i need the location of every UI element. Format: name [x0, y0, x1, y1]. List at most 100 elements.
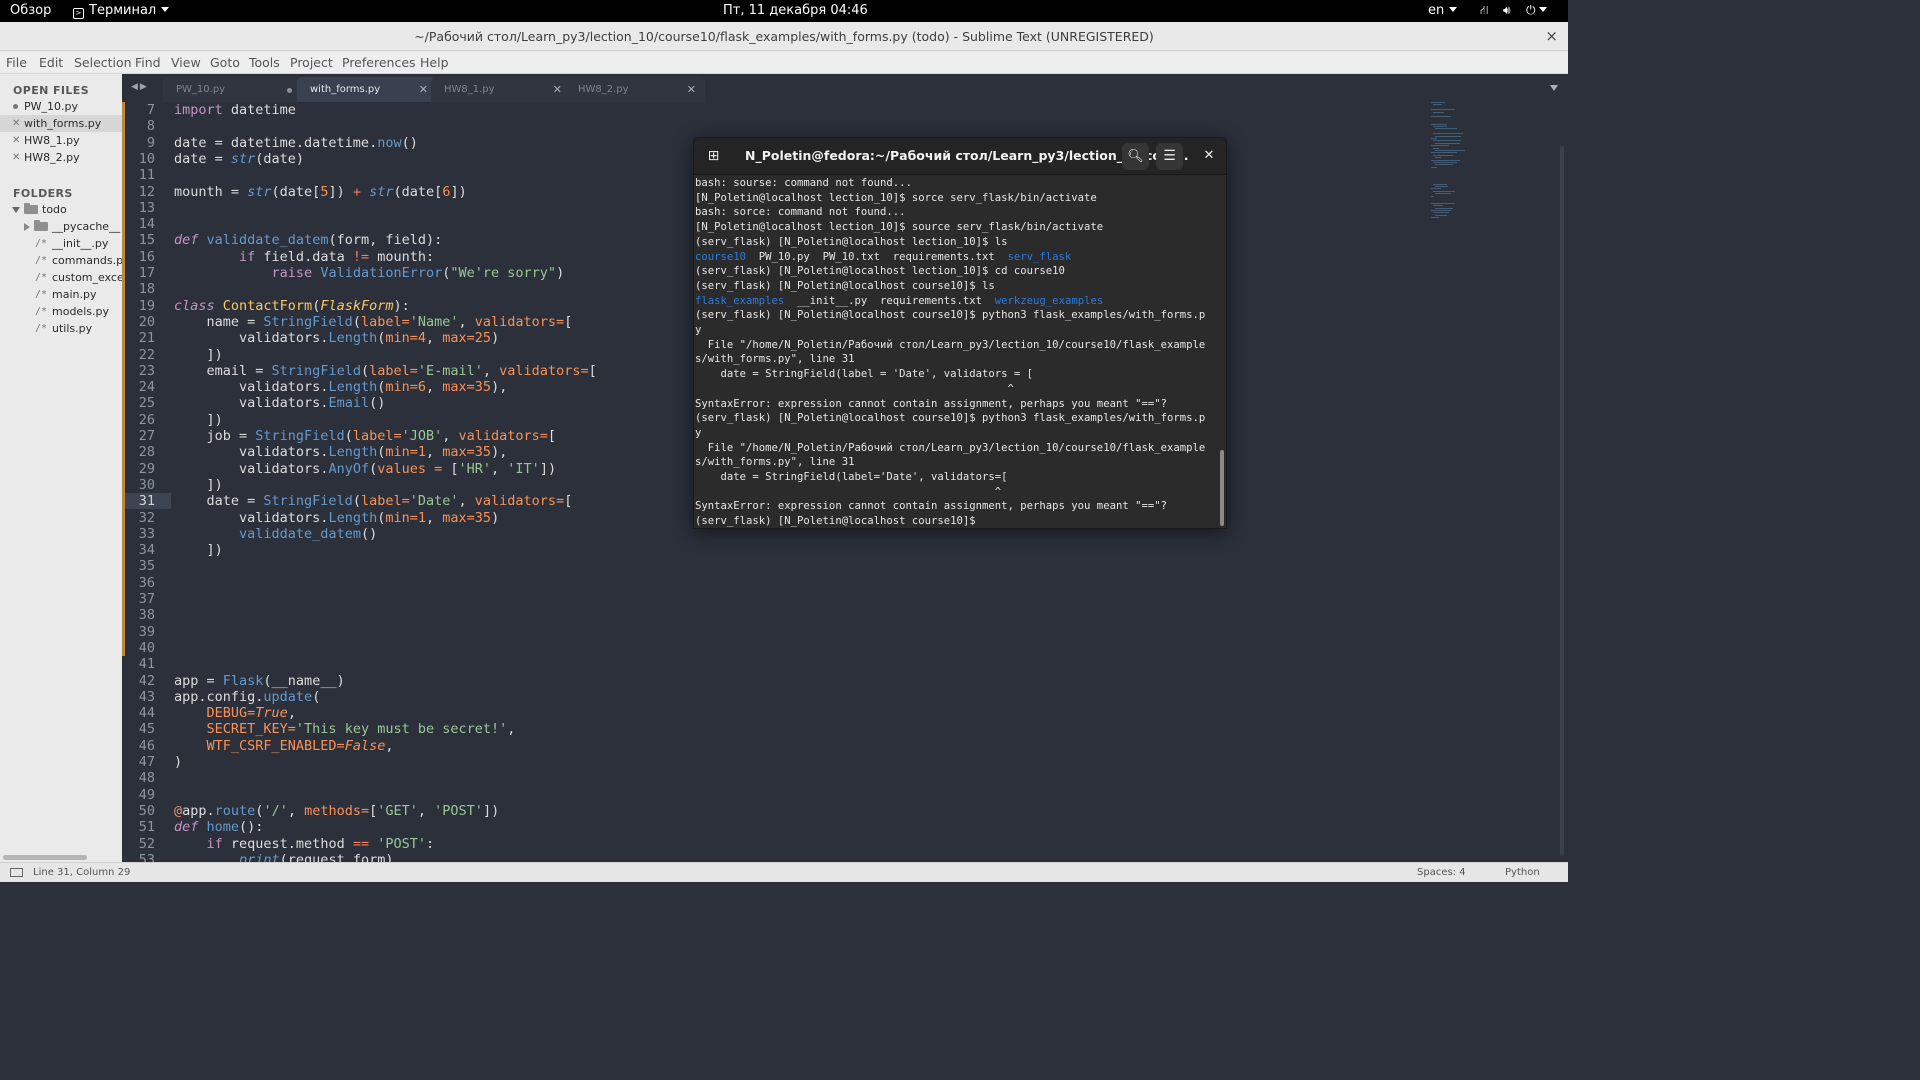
- network-icon[interactable]: ⛙: [1480, 3, 1488, 19]
- tab-hw8_2-py[interactable]: HW8_2.py ✕: [565, 77, 705, 102]
- minimap[interactable]: [1431, 102, 1489, 242]
- terminal-line: SyntaxError: expression cannot contain a…: [695, 397, 1167, 412]
- tab-dropdown-icon[interactable]: [1550, 85, 1558, 91]
- code-token: ,: [482, 362, 500, 379]
- line-number: 14: [138, 216, 155, 233]
- minimap-line: [1431, 102, 1445, 103]
- syntax-setting[interactable]: Python: [1505, 867, 1540, 878]
- menu-tools[interactable]: Tools: [249, 55, 280, 70]
- minimap-line: [1431, 210, 1451, 211]
- folder-file-item[interactable]: /* custom_excep: [0, 269, 122, 286]
- code-token: '/': [263, 802, 288, 819]
- open-file-item[interactable]: ✕ HW8_2.py: [0, 149, 122, 166]
- clock[interactable]: Пт, 11 декабря 04:46: [723, 3, 868, 18]
- folder-pycache[interactable]: __pycache__: [0, 218, 122, 235]
- terminal-text: (serv_flask) [N_Poletin@localhost course…: [695, 515, 983, 528]
- code-token: ]): [174, 346, 223, 363]
- menu-preferences[interactable]: Preferences: [342, 55, 416, 70]
- code-token: ,: [417, 802, 435, 819]
- terminal-line: (serv_flask) [N_Poletin@localhost course…: [695, 308, 1205, 323]
- code-line: 8: [122, 118, 1422, 134]
- folder-file-item[interactable]: /* main.py: [0, 286, 122, 303]
- terminal-line: ^: [695, 382, 1014, 397]
- code-token: ContactForm: [222, 297, 313, 314]
- status-bar: Line 31, Column 29 Spaces: 4 Python: [0, 862, 1568, 882]
- menu-view[interactable]: View: [171, 55, 201, 70]
- line-text: ): [174, 754, 182, 770]
- folder-file-item[interactable]: /* __init__.py: [0, 235, 122, 252]
- code-token: 35: [474, 444, 492, 461]
- line-number: 39: [138, 623, 155, 640]
- chevron-right-icon: [24, 223, 30, 231]
- code-line: 52 if request.method == 'POST':: [122, 836, 1422, 852]
- menu-selection[interactable]: Selection: [74, 55, 132, 70]
- tab-navigation-arrows[interactable]: ◀▶: [131, 82, 149, 92]
- line-text: date = StringField(label='Date', validat…: [174, 493, 573, 509]
- code-token: min=: [385, 509, 418, 526]
- minimap-line: [1431, 152, 1457, 154]
- folder-file-item[interactable]: /* utils.py: [0, 320, 122, 337]
- code-token: Length: [328, 379, 378, 396]
- code-token: update: [263, 688, 313, 705]
- folder-todo[interactable]: todo: [0, 201, 122, 218]
- terminal-header[interactable]: ⊞ N_Poletin@fedora:~/Рабочий стол/Learn_…: [694, 138, 1226, 175]
- code-token: validdate_datem: [239, 525, 361, 542]
- keyboard-layout-button[interactable]: en: [1428, 3, 1458, 18]
- terminal-scrollbar[interactable]: [1220, 450, 1224, 526]
- terminal-text: (serv_flask) [N_Poletin@localhost lectio…: [695, 235, 1008, 248]
- search-icon[interactable]: 🔍︎: [1122, 143, 1149, 170]
- power-icon[interactable]: ⏻: [1526, 3, 1547, 18]
- open-file-item[interactable]: ✕ HW8_1.py: [0, 132, 122, 149]
- tab-with_forms-py[interactable]: with_forms.py ✕: [297, 77, 437, 102]
- close-icon[interactable]: ✕: [1199, 146, 1219, 166]
- close-icon[interactable]: ✕: [687, 77, 696, 102]
- window-titlebar[interactable]: ~/Рабочий стол/Learn_py3/lection_10/cour…: [0, 22, 1568, 51]
- menu-goto[interactable]: Goto: [210, 55, 240, 70]
- close-icon[interactable]: ✕: [12, 132, 20, 149]
- code-token: (: [312, 688, 321, 705]
- close-icon[interactable]: ✕: [553, 77, 562, 102]
- close-icon[interactable]: ✕: [12, 115, 20, 132]
- terminal-text: (serv_flask) [N_Poletin@localhost lectio…: [695, 265, 1065, 278]
- activities-button[interactable]: Обзор: [10, 3, 51, 18]
- python-file-icon: /*: [35, 306, 48, 317]
- sidebar-scrollbar[interactable]: [3, 855, 87, 860]
- code-token: 35: [474, 379, 492, 396]
- line-text: validators.Length(min=1, max=35): [174, 510, 499, 526]
- editor-scrollbar[interactable]: [1560, 146, 1564, 856]
- line-number: 21: [138, 330, 155, 347]
- folder-file-item[interactable]: /* models.py: [0, 303, 122, 320]
- menu-file[interactable]: File: [6, 55, 27, 70]
- app-menu-label: Терминал: [89, 3, 157, 18]
- menu-edit[interactable]: Edit: [39, 55, 63, 70]
- menu-project[interactable]: Project: [290, 55, 333, 70]
- terminal-window[interactable]: ⊞ N_Poletin@fedora:~/Рабочий стол/Learn_…: [693, 137, 1227, 529]
- new-tab-icon[interactable]: ⊞: [704, 147, 723, 166]
- code-token: raise: [271, 265, 313, 281]
- minimap-line: [1431, 159, 1460, 161]
- window-close-button[interactable]: ×: [1545, 27, 1558, 45]
- open-file-item[interactable]: ✕ with_forms.py: [0, 115, 122, 132]
- code-token: 6: [417, 379, 427, 396]
- folder-file-item[interactable]: /* commands.py: [0, 252, 122, 269]
- tab-pw_10-py[interactable]: PW_10.py: [163, 77, 303, 102]
- line-number: 23: [138, 362, 155, 379]
- folder-icon: [34, 220, 48, 231]
- close-icon[interactable]: ✕: [12, 149, 20, 166]
- indentation-setting[interactable]: Spaces: 4: [1417, 867, 1466, 878]
- folder-label: todo: [42, 203, 67, 216]
- open-file-item[interactable]: PW_10.py: [0, 98, 122, 115]
- menu-find[interactable]: Find: [135, 55, 161, 70]
- code-token: (: [344, 428, 353, 444]
- tab-hw8_1-py[interactable]: HW8_1.py ✕: [431, 77, 571, 102]
- line-text: @app.route('/', methods=['GET', 'POST']): [174, 803, 499, 819]
- line-number: 37: [138, 591, 155, 607]
- terminal-output[interactable]: bash: sourse: command not found... [N_Pol…: [695, 176, 1215, 528]
- close-icon[interactable]: ✕: [419, 77, 428, 102]
- panel-toggle-icon[interactable]: [10, 868, 23, 877]
- volume-icon[interactable]: 🔊︎: [1503, 3, 1511, 18]
- hamburger-menu-icon[interactable]: ☰: [1156, 143, 1183, 170]
- app-menu-button[interactable]: > Терминал: [73, 3, 170, 19]
- menu-help[interactable]: Help: [420, 55, 449, 70]
